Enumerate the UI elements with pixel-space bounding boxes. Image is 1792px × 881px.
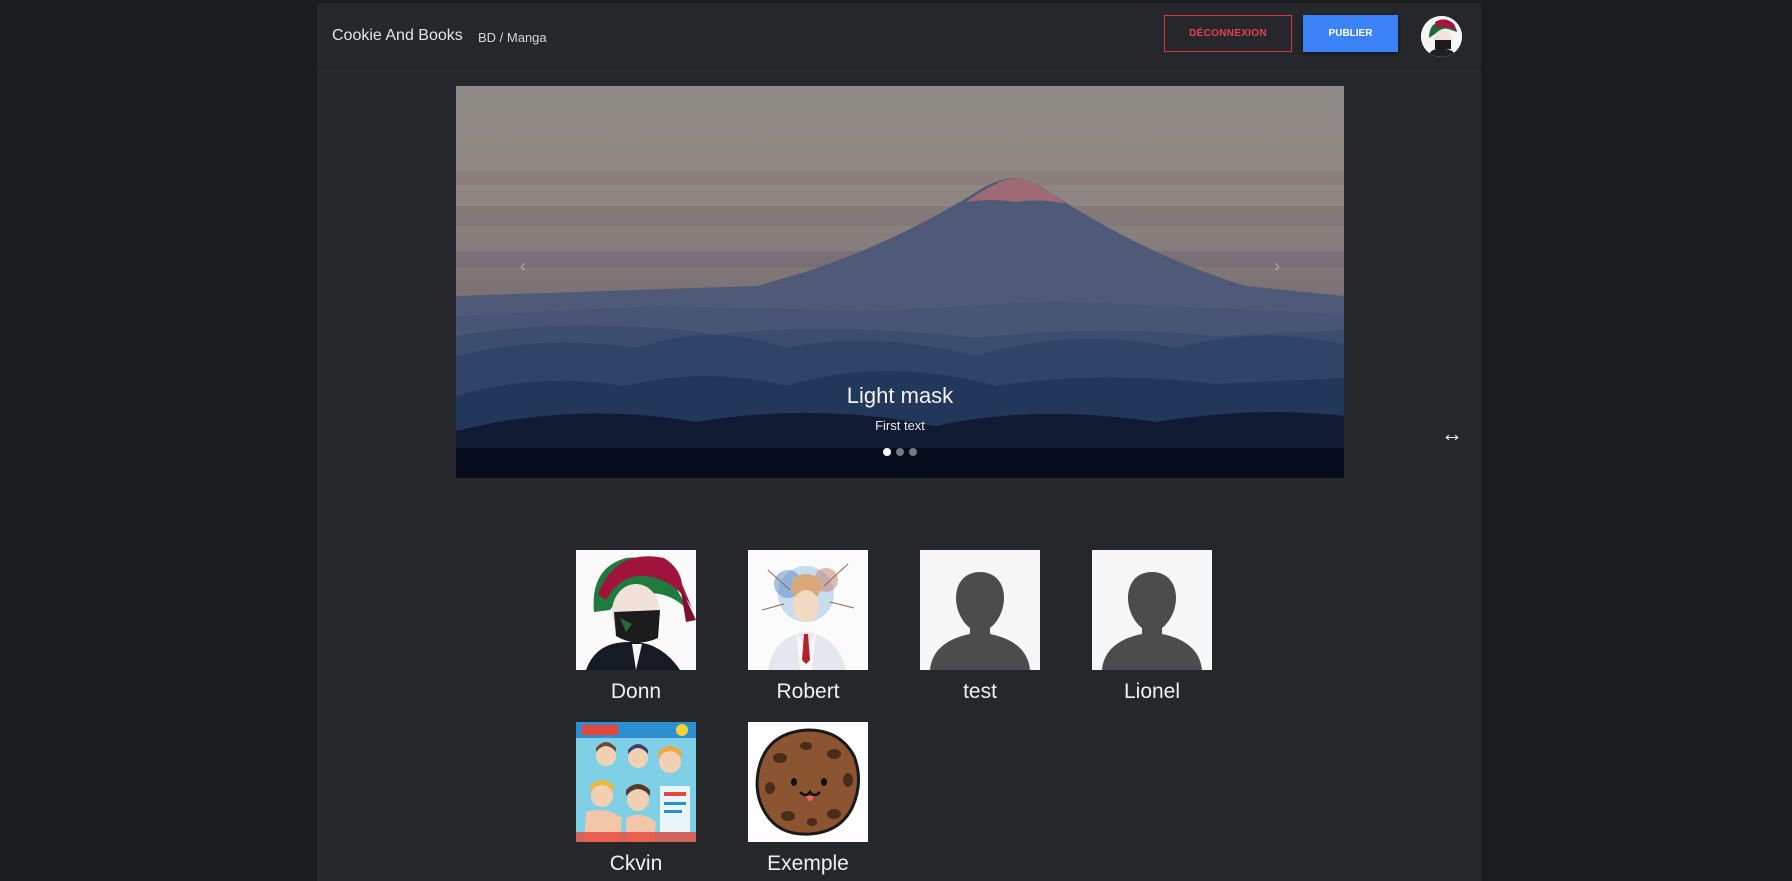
user-photo bbox=[748, 550, 868, 670]
user-photo bbox=[748, 722, 868, 842]
user-card[interactable]: test bbox=[920, 550, 1040, 704]
carousel-indicators bbox=[456, 448, 1344, 456]
user-card[interactable]: Donn bbox=[576, 550, 696, 704]
user-card[interactable]: Lionel bbox=[1092, 550, 1212, 704]
user-name[interactable]: Exemple bbox=[748, 852, 868, 876]
page: Cookie And Books BD / Manga DÉCONNEXION … bbox=[317, 3, 1481, 881]
carousel-indicator[interactable] bbox=[883, 448, 891, 456]
brand-title[interactable]: Cookie And Books bbox=[332, 27, 463, 45]
carousel-indicator[interactable] bbox=[909, 448, 917, 456]
resize-cursor-icon: ↔ bbox=[1441, 421, 1463, 446]
carousel-prev-icon[interactable]: ‹ bbox=[508, 246, 538, 286]
user-photo bbox=[1092, 550, 1212, 670]
user-photo bbox=[576, 550, 696, 670]
user-photo bbox=[576, 722, 696, 842]
carousel-caption-title: Light mask bbox=[846, 383, 954, 408]
user-card[interactable]: Ckvin bbox=[576, 722, 696, 876]
carousel-indicator[interactable] bbox=[896, 448, 904, 456]
user-name[interactable]: Lionel bbox=[1092, 680, 1212, 704]
user-name[interactable]: Ckvin bbox=[576, 852, 696, 876]
carousel-next-icon[interactable]: › bbox=[1262, 246, 1292, 286]
user-photo bbox=[920, 550, 1040, 670]
publish-button[interactable]: PUBLIER bbox=[1303, 15, 1398, 52]
user-name[interactable]: Robert bbox=[748, 680, 868, 704]
breadcrumb[interactable]: BD / Manga bbox=[478, 30, 547, 45]
user-name[interactable]: Donn bbox=[576, 680, 696, 704]
user-avatar[interactable] bbox=[1421, 16, 1462, 57]
user-name[interactable]: test bbox=[920, 680, 1040, 704]
logout-button[interactable]: DÉCONNEXION bbox=[1164, 15, 1292, 52]
carousel-caption-text: First text bbox=[875, 418, 925, 433]
user-card[interactable]: Robert bbox=[748, 550, 868, 704]
navbar: Cookie And Books BD / Manga DÉCONNEXION … bbox=[317, 3, 1481, 71]
user-card[interactable]: Exemple bbox=[748, 722, 868, 876]
hero-carousel[interactable]: ‹ › Light mask First text bbox=[456, 86, 1344, 478]
